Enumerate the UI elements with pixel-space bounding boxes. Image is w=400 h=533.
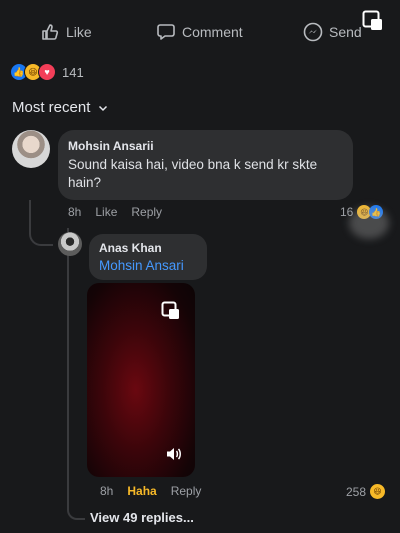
chevron-down-icon — [99, 105, 108, 111]
love-reaction-icon: ♥ — [38, 63, 56, 81]
like-action-button[interactable]: Like — [40, 22, 92, 42]
picture-in-picture-icon[interactable] — [161, 301, 181, 326]
view-replies-link[interactable]: View 49 replies... — [90, 510, 194, 525]
reply-video[interactable] — [87, 283, 195, 477]
speaker-icon[interactable] — [165, 445, 183, 468]
comment-time: 8h — [68, 205, 82, 219]
reply-time: 8h — [100, 484, 114, 498]
avatar[interactable] — [12, 130, 50, 168]
haha-reaction-icon: 😆 — [370, 484, 386, 499]
comment-like-button[interactable]: Like — [95, 205, 117, 219]
reply-bubble: Anas Khan Mohsin Ansari — [89, 234, 207, 280]
reply-haha-button[interactable]: Haha — [127, 484, 156, 498]
thread-connector — [29, 200, 53, 246]
reply-author[interactable]: Anas Khan — [99, 241, 162, 255]
sort-dropdown[interactable]: Most recent — [12, 99, 108, 116]
comment-reply-button[interactable]: Reply — [131, 205, 162, 219]
send-action-label: Send — [329, 24, 362, 40]
like-action-label: Like — [66, 24, 92, 40]
comment-text: Sound kaisa hai, video bna k send kr skt… — [68, 157, 318, 190]
comment-bubble: Mohsin Ansarii Sound kaisa hai, video bn… — [58, 130, 353, 200]
touch-indicator — [349, 207, 389, 239]
reply-reaction-badge[interactable]: 258 😆 — [346, 484, 386, 499]
reply-mention-link[interactable]: Mohsin Ansari — [99, 258, 184, 273]
sort-label: Most recent — [12, 99, 91, 116]
reply-reaction-count: 258 — [346, 484, 367, 499]
comment-action-label: Comment — [182, 24, 243, 40]
comment-bubble-icon — [157, 24, 175, 40]
picture-in-picture-icon[interactable] — [362, 10, 384, 37]
reaction-count: 141 — [62, 64, 84, 80]
reaction-summary[interactable]: 👍 😆 ♥ 141 — [10, 63, 84, 81]
avatar[interactable] — [58, 232, 82, 256]
send-action-button[interactable]: Send — [303, 22, 362, 42]
comment-actions: 8h Like Reply — [68, 205, 162, 219]
reply-actions: 8h Haha Reply — [100, 484, 201, 498]
comment-action-button[interactable]: Comment — [156, 22, 243, 42]
reply-reply-button[interactable]: Reply — [171, 484, 202, 498]
thumbs-up-icon — [42, 24, 59, 40]
thread-line — [67, 228, 69, 508]
comment-author[interactable]: Mohsin Ansarii — [68, 139, 154, 153]
thread-connector — [67, 500, 85, 520]
messenger-icon — [303, 22, 323, 42]
